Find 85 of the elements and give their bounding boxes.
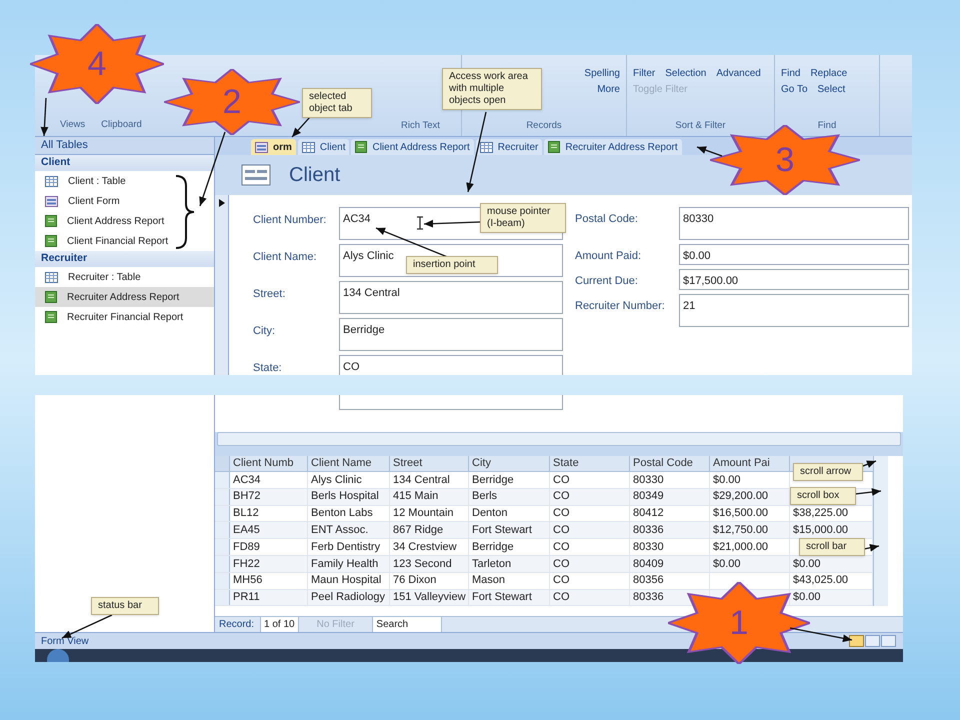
- table-cell-text: Ferb Dentistry: [311, 540, 380, 555]
- table-cell-text: CO: [553, 556, 570, 572]
- table-cell-text: Berridge: [472, 540, 514, 555]
- record-label: Record:: [219, 618, 254, 632]
- table-cell-text: 80336: [633, 590, 664, 606]
- table-cell-text: Denton: [472, 506, 508, 522]
- group-label: Views: [60, 118, 86, 132]
- table-cell-text: $38,225.00: [793, 506, 848, 522]
- table-cell-text: PR11: [233, 590, 260, 606]
- callout: selected object tab: [302, 88, 372, 118]
- callout: scroll bar: [799, 538, 865, 556]
- table-cell-text: CO: [553, 540, 570, 555]
- table-cell-text: Mason: [472, 573, 506, 588]
- table-cell-text: 123 Second: [393, 556, 452, 572]
- table-cell-text: 867 Ridge: [393, 523, 444, 538]
- table-cell-text: FH22: [233, 556, 260, 572]
- star-badge: 4: [30, 24, 164, 104]
- field-label: State:: [253, 361, 283, 375]
- field-label: Postal Code:: [575, 212, 639, 227]
- table-cell-text: Tarleton: [472, 556, 512, 572]
- table-cell-text: $0.00: [793, 590, 821, 606]
- table-cell-text: CO: [553, 489, 570, 504]
- field-label: Client Name:: [253, 250, 318, 265]
- callout: mouse pointer (I-beam): [480, 203, 566, 233]
- group-label: Records: [526, 118, 562, 133]
- table-cell-text: CO: [553, 573, 570, 588]
- table-cell-text: 80349: [633, 489, 664, 504]
- table-cell-text: AC34: [233, 472, 261, 488]
- table-cell-text: Fort Stewart: [472, 590, 532, 606]
- field-label: Current Due:: [575, 274, 639, 289]
- callout: scroll box: [790, 487, 856, 505]
- table-cell-text: 80330: [633, 472, 664, 488]
- table-cell-text: $12,750.00: [713, 523, 768, 538]
- table-cell-text: Berridge: [472, 472, 514, 488]
- table-cell-text: $15,000.00: [793, 523, 848, 538]
- table-cell-text: $21,000.00: [713, 540, 768, 555]
- table-cell-text: CO: [553, 472, 570, 488]
- table-cell-text: $16,500.00: [713, 506, 768, 522]
- table-cell-text: Fort Stewart: [472, 523, 532, 538]
- field-label: Amount Paid:: [575, 249, 642, 264]
- field-label: Recruiter Number:: [575, 299, 666, 314]
- table-cell-text: Peel Radiology: [311, 590, 385, 606]
- table-cell-text: 12 Mountain: [393, 506, 454, 522]
- table-cell-text: MH56: [233, 573, 262, 588]
- callout: Access work area with multiple objects open: [442, 68, 542, 110]
- table-cell-text: 76 Dixon: [393, 573, 436, 588]
- table-cell-text: 80330: [633, 540, 664, 555]
- field-label: Street:: [253, 287, 286, 302]
- table-cell-text: $0.00: [713, 556, 741, 572]
- table-cell-text: Alys Clinic: [311, 472, 362, 488]
- table-cell-text: 80412: [633, 506, 664, 522]
- callout: status bar: [91, 597, 159, 615]
- form-title: Client: [289, 163, 340, 188]
- table-cell-text: 415 Main: [393, 489, 438, 504]
- table-cell-text: Berls: [472, 489, 498, 504]
- table-cell-text: FD89: [233, 540, 260, 555]
- table-cell-text: CO: [553, 523, 570, 538]
- table-cell-text: 80336: [633, 523, 664, 538]
- table-cell-text: ENT Assoc.: [311, 523, 368, 538]
- table-cell-text: $0.00: [713, 472, 741, 488]
- star-badge: 2: [164, 69, 300, 135]
- table-cell-text: $29,200.00: [713, 489, 768, 504]
- table-cell-text: $0.00: [793, 556, 821, 572]
- table-cell-text: 80409: [633, 556, 664, 572]
- table-cell-text: BL12: [233, 506, 259, 522]
- table-cell-text: CO: [553, 590, 570, 606]
- table-cell-text: BH72: [233, 489, 261, 504]
- group-label: Clipboard: [101, 118, 142, 132]
- status-text: Form View: [41, 634, 89, 648]
- table-cell-text: CO: [553, 506, 570, 522]
- callout: scroll arrow: [793, 463, 863, 481]
- table-cell-text: Berls Hospital: [311, 489, 379, 504]
- table-cell-text: 80356: [633, 573, 664, 588]
- table-cell-text: Family Health: [311, 556, 378, 572]
- field-label: Client Number:: [253, 213, 328, 228]
- table-cell-text: 151 Valleyview: [393, 590, 466, 606]
- table-cell-text: Maun Hospital: [311, 573, 382, 588]
- table-cell-text: 134 Central: [393, 472, 450, 488]
- table-cell-text: 34 Crestview: [393, 540, 457, 555]
- callout: insertion point: [406, 256, 498, 274]
- table-cell-text: $43,025.00: [793, 573, 848, 588]
- table-cell-text: EA45: [233, 523, 260, 538]
- group-label: Rich Text: [401, 118, 440, 133]
- table-cell-text: Benton Labs: [311, 506, 373, 522]
- field-label: City:: [253, 324, 276, 339]
